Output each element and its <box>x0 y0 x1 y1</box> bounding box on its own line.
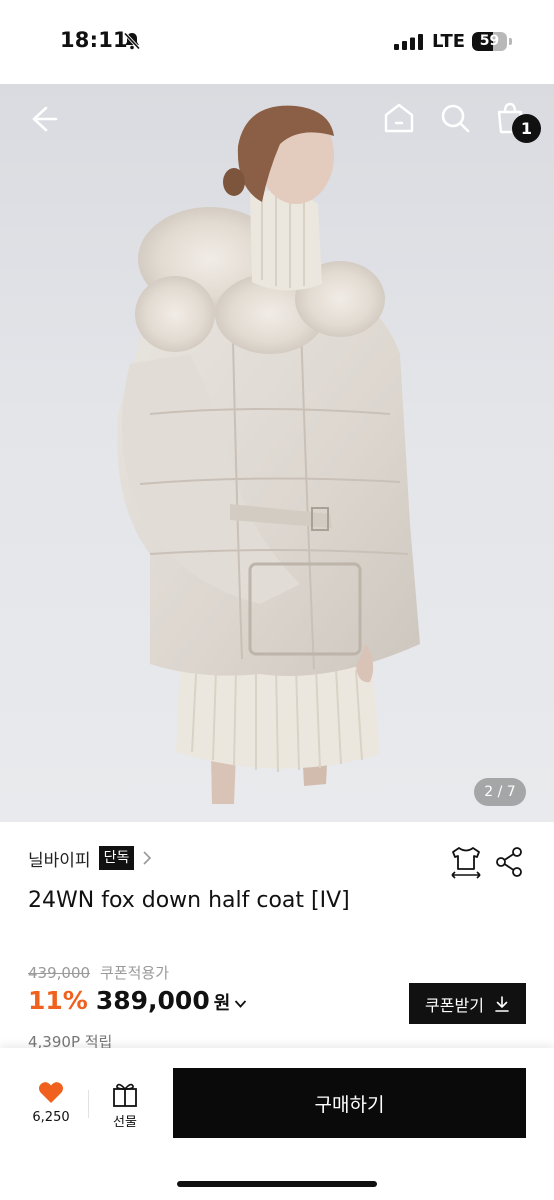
coupon-applied-label: 쿠폰적용가 <box>100 964 170 982</box>
bottom-action-bar: 6,250 선물 구매하기 <box>0 1048 554 1200</box>
share-icon[interactable] <box>494 846 524 878</box>
cart-count-badge[interactable]: 1 <box>512 114 541 143</box>
buy-button-label: 구매하기 <box>314 1093 385 1116</box>
network-label: LTE <box>432 31 466 52</box>
gift-button[interactable]: 선물 <box>100 1081 150 1131</box>
product-title: 24WN fox down half coat [IV] <box>28 888 350 913</box>
search-icon[interactable] <box>438 101 472 135</box>
size-fit-icon[interactable] <box>448 845 484 879</box>
status-time: 18:11 <box>60 28 128 52</box>
gift-label: 선물 <box>113 1115 137 1130</box>
image-counter: 2 / 7 <box>474 778 526 806</box>
signal-bars-icon <box>394 34 423 50</box>
battery-icon: 59 <box>472 32 512 51</box>
original-price-row: 439,000 쿠폰적용가 <box>28 962 169 983</box>
currency-label: 원 <box>213 993 231 1014</box>
gift-icon <box>113 1083 137 1107</box>
final-price: 389,000 <box>95 986 210 1015</box>
bell-slash-icon <box>123 32 141 50</box>
home-indicator[interactable] <box>177 1181 377 1187</box>
home-icon[interactable] <box>382 101 416 135</box>
back-arrow-icon[interactable] <box>26 102 60 136</box>
download-icon <box>495 995 509 1012</box>
buy-button[interactable]: 구매하기 <box>173 1068 526 1138</box>
brand-name[interactable]: 닐바이피 <box>28 846 91 871</box>
get-coupon-button[interactable]: 쿠폰받기 <box>409 983 526 1024</box>
like-button[interactable]: 6,250 <box>20 1081 82 1131</box>
brand-row[interactable]: 닐바이피 단독 <box>28 845 152 871</box>
like-count: 6,250 <box>32 1110 70 1125</box>
product-image[interactable]: 2 / 7 <box>0 84 554 822</box>
reward-points: 4,390P 적립 <box>28 1033 113 1049</box>
heart-icon <box>38 1082 64 1103</box>
product-photo <box>117 105 420 804</box>
chevron-right-icon[interactable] <box>142 850 152 866</box>
discount-rate: 11% <box>28 986 88 1015</box>
exclusive-badge: 단독 <box>98 846 135 870</box>
get-coupon-label: 쿠폰받기 <box>425 995 484 1015</box>
chevron-down-icon[interactable] <box>234 999 247 1009</box>
status-bar: 18:11 LTE 59 <box>0 0 554 84</box>
original-price: 439,000 <box>28 963 91 982</box>
divider <box>88 1090 89 1118</box>
battery-percent: 59 <box>479 33 500 49</box>
final-price-row[interactable]: 11% 389,000 원 <box>28 986 247 1015</box>
